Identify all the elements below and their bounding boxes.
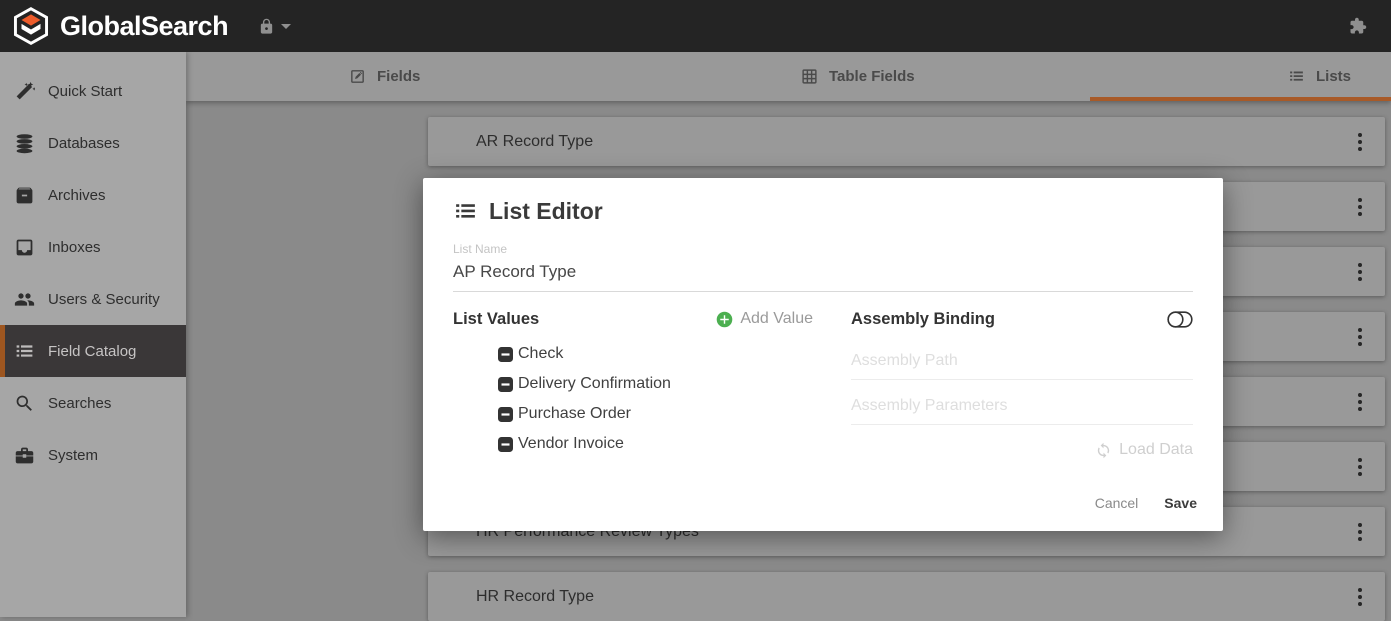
sidebar-item-label: Archives: [48, 187, 106, 204]
cancel-button[interactable]: Cancel: [1095, 495, 1139, 511]
sidebar-item-label: Field Catalog: [48, 343, 136, 360]
sidebar-item-inboxes[interactable]: Inboxes: [0, 221, 186, 273]
tab-fields[interactable]: Fields: [349, 52, 420, 101]
list-name-input[interactable]: [453, 256, 1193, 292]
list-row-label: AR Record Type: [476, 133, 593, 151]
lock-icon: [258, 18, 275, 35]
assembly-parameters-input[interactable]: [851, 395, 1193, 425]
load-data-label: Load Data: [1119, 441, 1193, 459]
globalsearch-logo-icon: [12, 7, 50, 45]
list-value-label: Vendor Invoice: [518, 435, 624, 453]
row-menu-kebab-icon[interactable]: [1341, 187, 1379, 227]
sidebar-item-label: Searches: [48, 395, 111, 412]
briefcase-icon: [13, 444, 35, 466]
list-row-hr-record-type[interactable]: HR Record Type: [428, 572, 1385, 621]
list-icon: [1288, 68, 1305, 85]
sidebar-item-searches[interactable]: Searches: [0, 377, 186, 429]
sidebar-nav: Quick Start Databases Archives Inboxes U…: [0, 52, 186, 617]
inbox-icon: [13, 236, 35, 258]
assembly-binding-toggle-off[interactable]: [1167, 311, 1193, 328]
list-value-item: Purchase Order: [453, 399, 813, 429]
row-menu-kebab-icon[interactable]: [1341, 577, 1379, 617]
remove-value-icon[interactable]: [498, 377, 513, 392]
puzzle-piece-icon: [1349, 17, 1367, 35]
list-icon: [13, 340, 35, 362]
load-data-button[interactable]: Load Data: [851, 441, 1193, 459]
row-menu-kebab-icon[interactable]: [1341, 317, 1379, 357]
tab-label: Lists: [1316, 68, 1351, 85]
tab-label: Table Fields: [829, 68, 915, 85]
list-value-item: Vendor Invoice: [453, 429, 813, 459]
remove-value-icon[interactable]: [498, 407, 513, 422]
modal-header: List Editor: [453, 198, 1193, 225]
assembly-binding-header: Assembly Binding: [851, 306, 1193, 332]
sidebar-item-label: Users & Security: [48, 291, 160, 308]
list-row-ar-record-type[interactable]: AR Record Type: [428, 117, 1385, 166]
active-tab-indicator: [1090, 97, 1391, 101]
list-value-label: Purchase Order: [518, 405, 631, 423]
list-values-column: List Values Add Value Check: [453, 306, 813, 459]
database-icon: [13, 132, 35, 154]
tab-lists[interactable]: Lists: [1288, 52, 1351, 101]
sidebar-item-system[interactable]: System: [0, 429, 186, 481]
list-name-label: List Name: [453, 242, 1193, 256]
list-values-header: List Values Add Value: [453, 306, 813, 332]
add-value-label: Add Value: [740, 310, 813, 328]
modal-title: List Editor: [489, 198, 603, 225]
modal-footer: Cancel Save: [1095, 495, 1197, 511]
list-value-label: Delivery Confirmation: [518, 375, 671, 393]
sidebar-item-label: Quick Start: [48, 83, 122, 100]
list-values-heading: List Values: [453, 310, 539, 329]
field-catalog-tabbar: Fields Table Fields Lists: [186, 52, 1391, 101]
add-value-button[interactable]: Add Value: [716, 310, 813, 328]
assembly-path-input[interactable]: [851, 350, 1193, 380]
plus-circle-icon: [716, 311, 733, 328]
table-grid-icon: [801, 68, 818, 85]
sidebar-item-quick-start[interactable]: Quick Start: [0, 65, 186, 117]
app-logo: GlobalSearch: [12, 7, 228, 45]
list-editor-modal: List Editor List Name List Values Add Va…: [423, 178, 1223, 531]
remove-value-icon[interactable]: [498, 347, 513, 362]
sidebar-item-users-security[interactable]: Users & Security: [0, 273, 186, 325]
row-menu-kebab-icon[interactable]: [1341, 447, 1379, 487]
sidebar-item-databases[interactable]: Databases: [0, 117, 186, 169]
archive-box-icon: [13, 184, 35, 206]
edit-pencil-square-icon: [349, 68, 366, 85]
lock-menu-button[interactable]: [258, 18, 291, 35]
sidebar-item-label: Databases: [48, 135, 120, 152]
row-menu-kebab-icon[interactable]: [1341, 252, 1379, 292]
list-row-label: HR Record Type: [476, 588, 594, 606]
list-icon: [453, 199, 478, 224]
save-button[interactable]: Save: [1164, 495, 1197, 511]
refresh-icon: [1095, 442, 1112, 459]
row-menu-kebab-icon[interactable]: [1341, 512, 1379, 552]
modal-columns: List Values Add Value Check: [453, 306, 1193, 459]
tab-table-fields[interactable]: Table Fields: [801, 52, 915, 101]
list-value-label: Check: [518, 345, 563, 363]
sidebar-item-label: System: [48, 447, 98, 464]
main-content: Fields Table Fields Lists AR Record Type: [186, 52, 1391, 617]
magic-wand-icon: [13, 80, 35, 102]
tab-label: Fields: [377, 68, 420, 85]
chevron-down-icon: [281, 24, 291, 29]
search-icon: [13, 392, 35, 414]
sidebar-item-archives[interactable]: Archives: [0, 169, 186, 221]
plugins-button[interactable]: [1349, 17, 1367, 35]
sidebar-item-label: Inboxes: [48, 239, 101, 256]
list-value-item: Check: [453, 339, 813, 369]
assembly-binding-column: Assembly Binding Load Data: [851, 306, 1193, 459]
list-values-items: Check Delivery Confirmation Purchase Ord…: [453, 339, 813, 459]
row-menu-kebab-icon[interactable]: [1341, 382, 1379, 422]
sidebar-item-field-catalog[interactable]: Field Catalog: [0, 325, 186, 377]
list-value-item: Delivery Confirmation: [453, 369, 813, 399]
app-title: GlobalSearch: [60, 11, 228, 42]
top-header-bar: GlobalSearch: [0, 0, 1391, 52]
assembly-binding-heading: Assembly Binding: [851, 310, 995, 329]
column-gap: [813, 306, 851, 459]
users-group-icon: [13, 288, 35, 310]
remove-value-icon[interactable]: [498, 437, 513, 452]
row-menu-kebab-icon[interactable]: [1341, 122, 1379, 162]
